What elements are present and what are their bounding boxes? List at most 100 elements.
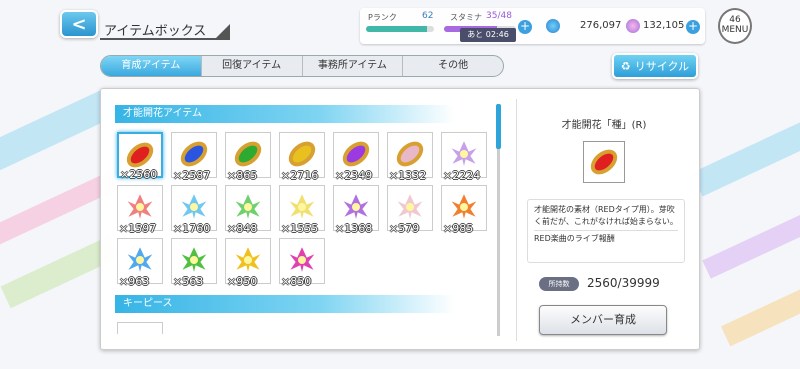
item-cell[interactable]: ×2587: [171, 132, 217, 182]
item-cell[interactable]: ×1368: [333, 185, 379, 235]
bg-streak: [720, 275, 800, 347]
tab-training-items[interactable]: 育成アイテム: [101, 56, 202, 76]
item-quantity: ×848: [227, 222, 258, 235]
item-cell-partial[interactable]: [117, 322, 163, 334]
item-quantity: ×1555: [281, 222, 319, 235]
item-quantity: ×963: [119, 275, 150, 288]
recycle-icon: ♻: [620, 59, 631, 73]
item-quantity: ×2224: [443, 169, 481, 182]
stamina-timer: あと 02:46: [460, 28, 516, 42]
flower-icon: [125, 244, 155, 275]
item-cell[interactable]: ×1597: [117, 185, 163, 235]
item-quantity: ×2716: [281, 169, 319, 182]
flower-icon: [179, 244, 209, 275]
item-cell[interactable]: ×1760: [171, 185, 217, 235]
item-quantity: ×1760: [173, 222, 211, 235]
back-button[interactable]: <: [60, 10, 98, 38]
item-quantity: ×950: [227, 275, 258, 288]
item-quantity: ×865: [227, 169, 258, 182]
tab-other[interactable]: その他: [403, 56, 503, 76]
flower-icon: [449, 138, 479, 169]
seed-icon: [396, 141, 424, 167]
stamina-value: 35/48: [486, 11, 512, 21]
seed-icon: [126, 142, 154, 168]
item-quantity: ×1597: [119, 222, 157, 235]
menu-button[interactable]: 46 MENU: [718, 8, 752, 44]
item-quantity: ×1332: [389, 169, 427, 182]
item-cell[interactable]: ×2224: [441, 132, 487, 182]
item-cell[interactable]: ×865: [225, 132, 271, 182]
seed-icon: [288, 141, 316, 167]
detail-source: RED楽曲のライブ報酬: [534, 230, 678, 245]
item-cell[interactable]: ×579: [387, 185, 433, 235]
menu-badge: 46: [729, 15, 741, 25]
flower-icon: [395, 191, 425, 222]
flower-icon: [341, 191, 371, 222]
p-rank-label: Pランク: [368, 13, 397, 22]
bg-streak: [691, 109, 800, 197]
menu-label: MENU: [721, 25, 749, 35]
crystal-value: 132,105: [643, 20, 685, 31]
item-grid: ×2560 ×2587 ×865 ×2716 ×2349 ×1332 ×2224 ×1597 ×…: [117, 132, 493, 291]
flower-icon: [287, 244, 317, 275]
item-cell[interactable]: ×963: [117, 238, 163, 288]
page-title-text: アイテムボックス: [104, 24, 207, 39]
flower-icon: [449, 191, 479, 222]
item-cell[interactable]: ×850: [279, 238, 325, 288]
item-cell[interactable]: ×563: [171, 238, 217, 288]
category-tabs: 育成アイテム 回復アイテム 事務所アイテム その他: [100, 55, 504, 77]
item-cell[interactable]: ×2349: [333, 132, 379, 182]
detail-description-box: 才能開花の素材（REDタイプ用）。芽吹く前だが、これがなければ始まらない。 RE…: [527, 199, 685, 263]
flower-icon: [233, 244, 263, 275]
item-quantity: ×1368: [335, 222, 373, 235]
item-panel: 才能開花アイテム ×2560 ×2587 ×865 ×2716 ×2349 ×1332 ×2…: [100, 88, 700, 350]
recycle-label: リサイクル: [634, 60, 690, 73]
item-quantity: ×563: [173, 275, 204, 288]
section-header-talent: 才能開花アイテム: [115, 105, 455, 123]
item-quantity: ×579: [389, 222, 420, 235]
item-quantity: ×2587: [173, 169, 211, 182]
p-rank-bar: [366, 26, 434, 32]
coin-icon: [546, 19, 560, 33]
item-cell[interactable]: ×848: [225, 185, 271, 235]
seed-icon: [342, 141, 370, 167]
flower-icon: [179, 191, 209, 222]
page-title: アイテムボックス: [100, 20, 230, 40]
item-cell[interactable]: ×2560: [117, 132, 163, 181]
item-cell[interactable]: ×2716: [279, 132, 325, 182]
crystal-plus-button[interactable]: +: [686, 20, 700, 34]
item-cell[interactable]: ×1332: [387, 132, 433, 182]
stamina-label: スタミナ: [450, 13, 482, 22]
item-cell[interactable]: ×950: [225, 238, 271, 288]
item-quantity: ×850: [281, 275, 312, 288]
scrollbar-thumb[interactable]: [496, 104, 501, 149]
item-cell[interactable]: ×985: [441, 185, 487, 235]
owned-value: 2560/39999: [587, 276, 660, 290]
tab-office-items[interactable]: 事務所アイテム: [303, 56, 404, 76]
tab-recovery-items[interactable]: 回復アイテム: [202, 56, 303, 76]
member-training-button[interactable]: メンバー育成: [539, 305, 667, 335]
item-quantity: ×2560: [120, 168, 158, 181]
seed-icon: [590, 149, 618, 175]
section-header-keypiece: キーピース: [115, 295, 455, 313]
header: < アイテムボックス Pランク 62 スタミナ 35/48 + 276,097 …: [0, 0, 800, 50]
seed-icon: [180, 141, 208, 167]
detail-title: 才能開花「種」(R): [561, 120, 647, 131]
flower-icon: [287, 191, 317, 222]
title-corner-icon: [216, 24, 230, 38]
status-panel: Pランク 62 スタミナ 35/48 + 276,097 132,105 +: [360, 8, 705, 44]
bg-streak: [702, 201, 800, 279]
p-rank-value: 62: [422, 11, 434, 21]
item-cell[interactable]: ×1555: [279, 185, 325, 235]
crystal-icon: [626, 19, 640, 33]
item-quantity: ×2349: [335, 169, 373, 182]
flower-icon: [233, 191, 263, 222]
item-quantity: ×985: [443, 222, 474, 235]
back-arrow-icon: <: [71, 13, 87, 35]
detail-item-icon: [583, 141, 625, 183]
owned-label: 所持数: [539, 277, 579, 291]
detail-description: 才能開花の素材（REDタイプ用）。芽吹く前だが、これがなければ始まらない。: [534, 205, 678, 226]
flower-icon: [125, 191, 155, 222]
stamina-plus-button[interactable]: +: [518, 20, 532, 34]
recycle-button[interactable]: ♻ リサイクル: [612, 53, 698, 79]
